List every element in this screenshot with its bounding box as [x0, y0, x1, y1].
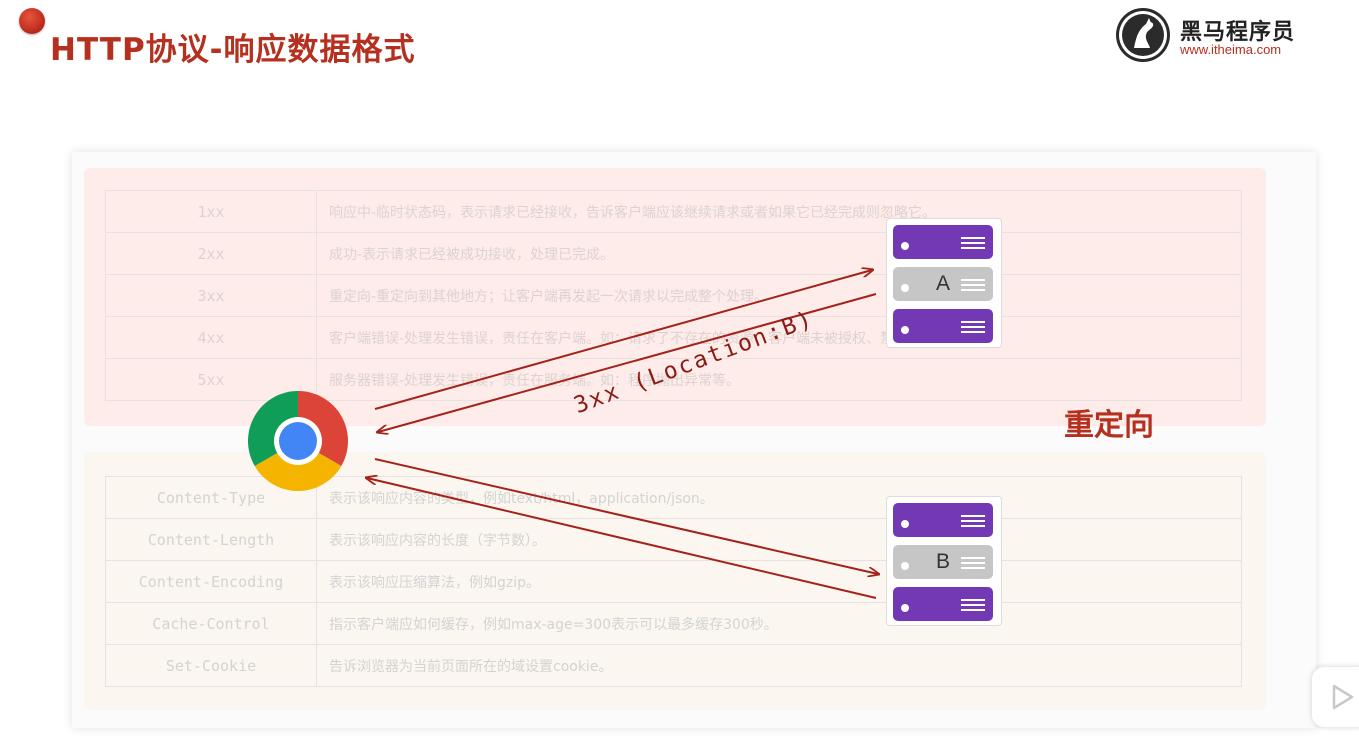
request-to-b-arrow [374, 458, 878, 574]
redirect-concept-label: 重定向 [1064, 408, 1154, 443]
play-icon [1332, 684, 1354, 710]
chrome-browser-icon [247, 390, 349, 492]
play-button[interactable] [1312, 667, 1359, 727]
response-from-b-arrow [367, 478, 877, 599]
